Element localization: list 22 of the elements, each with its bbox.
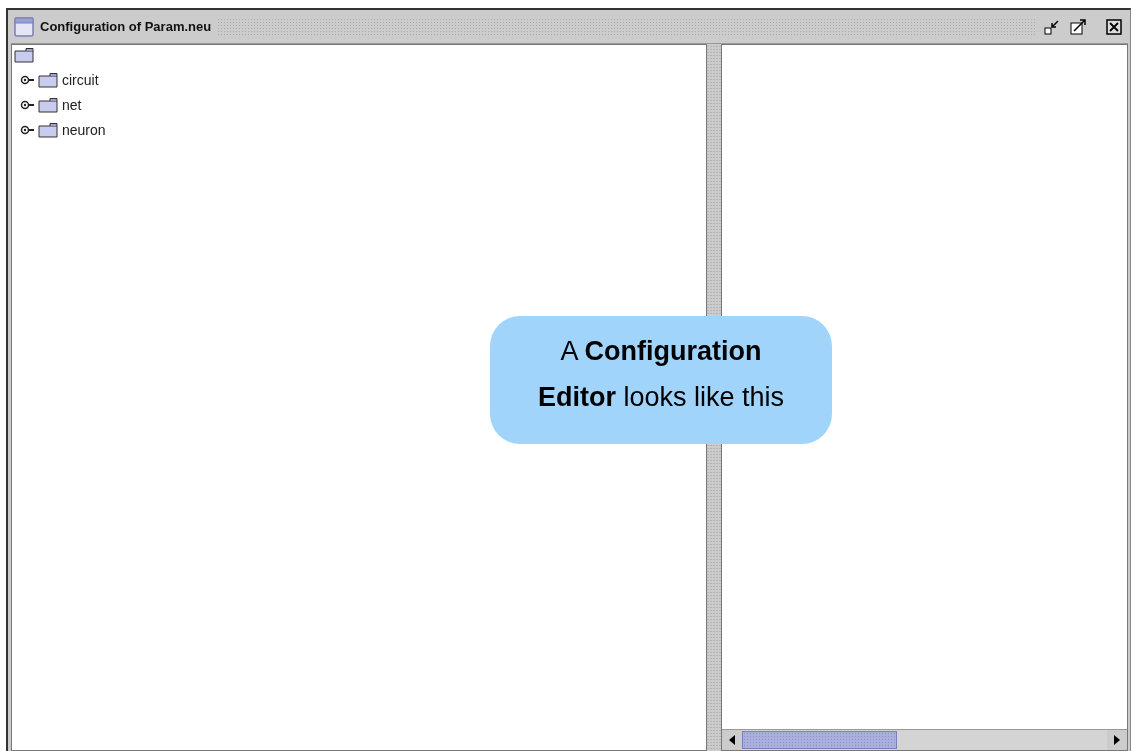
window-title: Configuration of Param.neu [40, 19, 212, 34]
folder-icon [38, 96, 58, 113]
tree-label: circuit [62, 71, 99, 88]
callout-text: A Configuration Editor looks like this [490, 316, 832, 444]
horizontal-scrollbar[interactable] [722, 729, 1127, 750]
collapsed-handle-icon[interactable] [20, 124, 34, 135]
right-arrow-icon [1113, 735, 1121, 745]
tree-item[interactable]: circuit [14, 67, 704, 92]
tree-item[interactable]: neuron [14, 117, 704, 142]
close-button[interactable] [1104, 16, 1124, 37]
tree-label: neuron [62, 121, 106, 138]
folder-icon [38, 121, 58, 138]
scrollbar-thumb[interactable] [742, 731, 897, 749]
window-icon [14, 16, 34, 37]
maximize-button[interactable] [1068, 16, 1088, 37]
collapsed-handle-icon[interactable] [20, 74, 34, 85]
folder-icon [38, 71, 58, 88]
tree-item[interactable]: net [14, 92, 704, 117]
folder-icon [14, 47, 34, 63]
tree-label: net [62, 96, 82, 113]
left-arrow-icon [728, 735, 736, 745]
collapsed-handle-icon[interactable] [20, 99, 34, 110]
